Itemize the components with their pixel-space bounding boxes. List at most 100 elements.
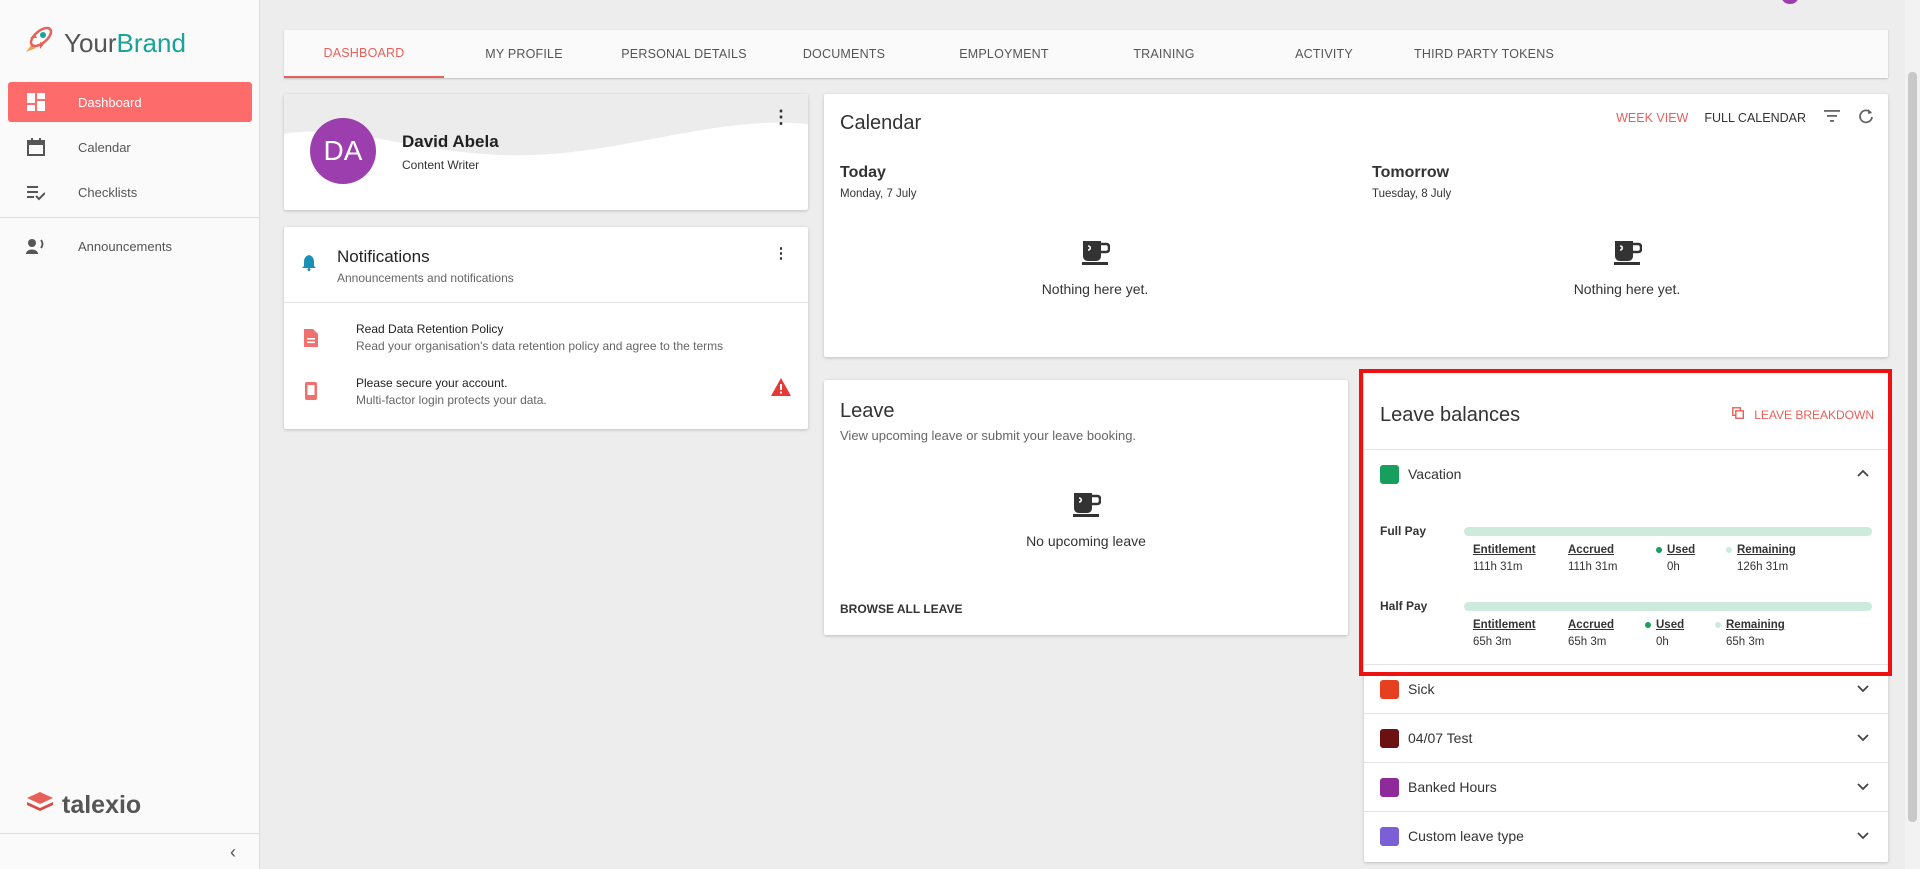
notification-subtitle: Multi-factor login protects your data. bbox=[356, 393, 547, 407]
leave-type-name: Vacation bbox=[1408, 466, 1462, 482]
leave-breakdown-button[interactable]: LEAVE BREAKDOWN bbox=[1732, 407, 1874, 422]
brand-text-part2: Brand bbox=[116, 28, 186, 58]
half-pay-entitlement: Entitlement 65h 3m bbox=[1473, 619, 1536, 648]
leave-balances-card: Leave balances LEAVE BREAKDOWN Vacation … bbox=[1364, 372, 1888, 862]
sidebar-item-label: Calendar bbox=[78, 139, 131, 155]
today-empty-text: Nothing here yet. bbox=[1041, 281, 1149, 297]
leave-color-swatch bbox=[1380, 778, 1399, 797]
tab-dashboard[interactable]: DASHBOARD bbox=[284, 30, 444, 78]
chevron-down-icon[interactable] bbox=[1856, 828, 1870, 847]
leave-type-name: Sick bbox=[1408, 681, 1435, 697]
stat-label: Used bbox=[1656, 619, 1685, 631]
week-view-button[interactable]: WEEK VIEW bbox=[1616, 111, 1688, 125]
leave-type-vacation[interactable]: Vacation bbox=[1364, 450, 1888, 499]
tab-employment[interactable]: EMPLOYMENT bbox=[924, 30, 1084, 78]
tab-training[interactable]: TRAINING bbox=[1084, 30, 1244, 78]
coffee-cup-icon bbox=[966, 492, 1206, 523]
notifications-header: Notifications Announcements and notifica… bbox=[284, 227, 808, 303]
leave-subtitle: View upcoming leave or submit your leave… bbox=[840, 428, 1137, 443]
calendar-card: Calendar WEEK VIEW FULL CALENDAR Today M… bbox=[824, 94, 1888, 357]
coffee-cup-icon bbox=[1507, 240, 1747, 271]
chevron-up-icon[interactable] bbox=[1856, 466, 1870, 485]
brand-logo[interactable]: Your Brand bbox=[22, 24, 186, 63]
tomorrow-date: Tuesday, 8 July bbox=[1372, 188, 1452, 200]
today-date: Monday, 7 July bbox=[840, 188, 917, 200]
user-avatar-partial[interactable] bbox=[1782, 0, 1798, 4]
full-calendar-button[interactable]: FULL CALENDAR bbox=[1704, 111, 1806, 125]
stat-value: 0h bbox=[1656, 636, 1669, 648]
chevron-down-icon[interactable] bbox=[1856, 730, 1870, 749]
sidebar-item-checklists[interactable]: Checklists bbox=[8, 172, 252, 212]
stat-label: Entitlement bbox=[1473, 544, 1536, 556]
page-scrollbar[interactable] bbox=[1905, 0, 1920, 869]
sidebar-item-calendar[interactable]: Calendar bbox=[8, 127, 252, 167]
full-pay-entitlement: Entitlement 111h 31m bbox=[1473, 544, 1536, 573]
leave-color-swatch bbox=[1380, 465, 1399, 484]
stat-label: Remaining bbox=[1726, 619, 1785, 631]
tab-documents[interactable]: DOCUMENTS bbox=[764, 30, 924, 78]
profile-tabs: DASHBOARD MY PROFILE PERSONAL DETAILS DO… bbox=[284, 30, 1888, 78]
tab-activity[interactable]: ACTIVITY bbox=[1244, 30, 1404, 78]
document-icon bbox=[304, 329, 318, 352]
refresh-icon[interactable] bbox=[1858, 108, 1874, 127]
remaining-dot bbox=[1726, 547, 1732, 553]
full-pay-used: Used 0h bbox=[1656, 544, 1695, 573]
sidebar-item-announcements[interactable]: Announcements bbox=[8, 226, 252, 266]
tab-personal-details[interactable]: PERSONAL DETAILS bbox=[604, 30, 764, 78]
tomorrow-empty-text: Nothing here yet. bbox=[1573, 281, 1681, 297]
leave-balances-title: Leave balances bbox=[1380, 404, 1521, 426]
sidebar: YourBrand Dashboard Calendar Checklists bbox=[0, 0, 260, 869]
app-root: YourBrand Dashboard Calendar Checklists bbox=[0, 0, 1920, 869]
leave-balances-header: Leave balances LEAVE BREAKDOWN bbox=[1364, 372, 1888, 450]
copy-icon bbox=[1732, 407, 1745, 422]
full-pay-remaining: Remaining 126h 31m bbox=[1726, 544, 1796, 573]
half-pay-remaining: Remaining 65h 3m bbox=[1715, 619, 1785, 648]
stat-value: 126h 31m bbox=[1737, 561, 1789, 573]
leave-breakdown-label: LEAVE BREAKDOWN bbox=[1754, 407, 1874, 422]
leave-color-swatch bbox=[1380, 680, 1399, 699]
profile-name: David Abela bbox=[402, 132, 499, 151]
tomorrow-label: Tomorrow bbox=[1372, 164, 1450, 181]
notification-title: Read Data Retention Policy bbox=[356, 322, 504, 336]
leave-type-banked-hours[interactable]: Banked Hours bbox=[1364, 763, 1888, 812]
full-pay-label: Full Pay bbox=[1380, 524, 1427, 538]
notifications-title: Notifications bbox=[337, 247, 430, 266]
stat-label: Accrued bbox=[1568, 619, 1615, 631]
stat-label: Remaining bbox=[1737, 544, 1796, 556]
browse-all-leave-button[interactable]: BROWSE ALL LEAVE bbox=[840, 602, 962, 616]
tab-third-party-tokens[interactable]: THIRD PARTY TOKENS bbox=[1404, 30, 1564, 78]
dashboard-icon bbox=[26, 92, 46, 112]
rocket-icon bbox=[22, 24, 56, 63]
notification-item[interactable]: Please secure your account. Multi-factor… bbox=[284, 376, 808, 426]
filter-icon[interactable] bbox=[1822, 109, 1842, 126]
more-vert-icon[interactable]: ⋮ bbox=[771, 246, 791, 261]
calendar-icon bbox=[26, 137, 46, 157]
notifications-subtitle: Announcements and notifications bbox=[337, 271, 514, 285]
sidebar-item-dashboard[interactable]: Dashboard bbox=[8, 82, 252, 122]
leave-type-custom[interactable]: Custom leave type bbox=[1364, 812, 1888, 861]
stat-label: Entitlement bbox=[1473, 619, 1536, 631]
chevron-left-icon[interactable]: ‹ bbox=[230, 842, 236, 863]
used-dot bbox=[1656, 547, 1662, 553]
chevron-down-icon[interactable] bbox=[1856, 779, 1870, 798]
warning-icon bbox=[771, 378, 791, 401]
chevron-down-icon[interactable] bbox=[1856, 681, 1870, 700]
remaining-dot bbox=[1715, 622, 1721, 628]
scrollbar-thumb[interactable] bbox=[1908, 72, 1917, 822]
brand-text-part1: Your bbox=[64, 28, 117, 58]
profile-card: DA David Abela Content Writer ⋮ bbox=[284, 94, 808, 210]
announcement-icon bbox=[26, 236, 46, 256]
bell-icon bbox=[302, 255, 316, 276]
tab-my-profile[interactable]: MY PROFILE bbox=[444, 30, 604, 78]
leave-type-sick[interactable]: Sick bbox=[1364, 665, 1888, 714]
avatar[interactable]: DA bbox=[310, 118, 376, 184]
notifications-card: Notifications Announcements and notifica… bbox=[284, 227, 808, 429]
leave-type-0407-test[interactable]: 04/07 Test bbox=[1364, 714, 1888, 763]
notification-item[interactable]: Read Data Retention Policy Read your org… bbox=[284, 322, 808, 372]
half-pay-label: Half Pay bbox=[1380, 599, 1428, 613]
stat-label: Used bbox=[1667, 544, 1696, 556]
more-vert-icon[interactable]: ⋮ bbox=[771, 108, 791, 126]
profile-role: Content Writer bbox=[402, 158, 480, 172]
half-pay-progress-bar bbox=[1464, 602, 1872, 611]
checklist-icon bbox=[26, 182, 46, 202]
